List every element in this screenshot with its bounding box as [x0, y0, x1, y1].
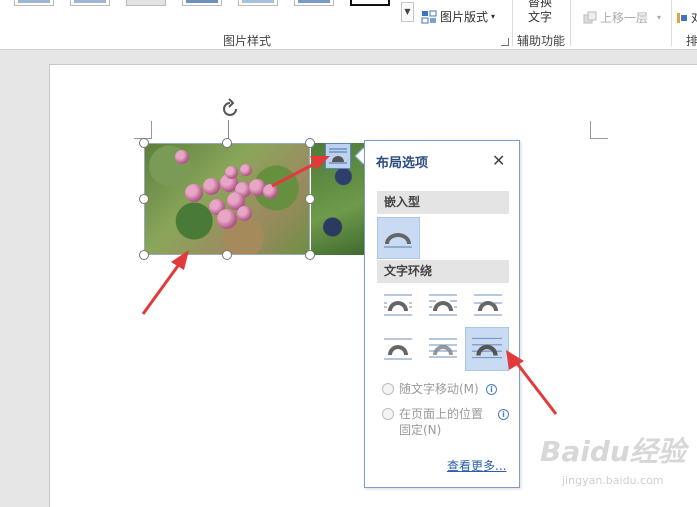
watermark-url: jingyan.baidu.com	[562, 474, 664, 487]
watermark: Baidu经验 jingyan.baidu.com	[540, 430, 690, 490]
watermark-brand: Baidu经验	[540, 435, 686, 468]
red-arrow-icon	[271, 156, 330, 188]
red-arrow-icon	[141, 250, 189, 315]
red-arrow-icon	[506, 350, 558, 415]
